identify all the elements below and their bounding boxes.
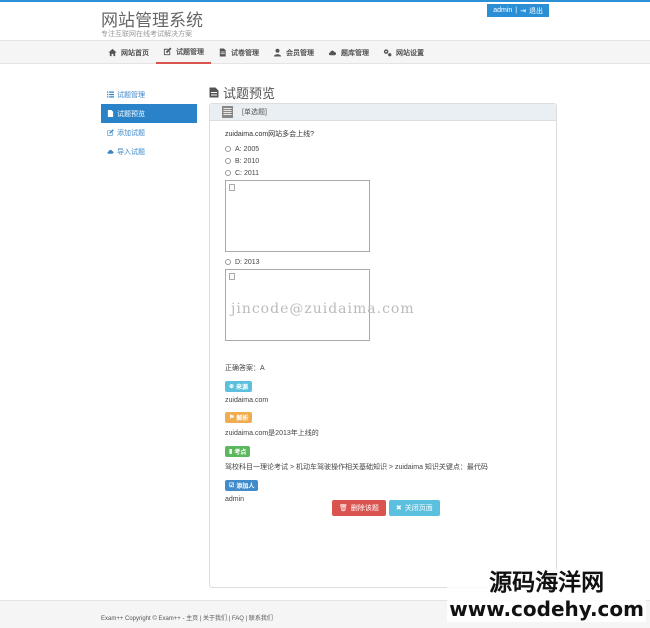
- panel-header: [单选题]: [210, 104, 556, 121]
- radio-a[interactable]: [225, 146, 231, 152]
- action-buttons: 🗑 删除该题 ✖ 关闭页面: [332, 500, 440, 516]
- footer-link-home[interactable]: 主页: [186, 616, 198, 622]
- flag-icon: ⚑: [229, 415, 235, 421]
- nav-item-questions[interactable]: 试题管理: [156, 41, 211, 64]
- option-c-image: [225, 180, 370, 252]
- document-lines-icon: [222, 106, 233, 118]
- broken-image-icon: [229, 184, 235, 191]
- sidebar-item-add-question[interactable]: 添加试题: [101, 123, 197, 142]
- delete-question-button[interactable]: 🗑 删除该题: [332, 500, 386, 516]
- edit-icon: [163, 47, 172, 56]
- site-title: 网站管理系统: [101, 11, 203, 30]
- source-badge: ⊕ 来源: [225, 381, 253, 392]
- header: 网站管理系统 专注互联网在线考试解决方案 admin | ⇥ 退出: [0, 2, 650, 40]
- footer-link-about[interactable]: 关于我们: [203, 616, 227, 622]
- sidebar-item-import-question[interactable]: 导入试题: [101, 142, 197, 161]
- correct-answer: 正确答案：A: [225, 365, 265, 372]
- point-badge: ▮ 考点: [225, 446, 251, 457]
- footer-link-contact[interactable]: 联系我们: [249, 616, 273, 622]
- nav-item-members[interactable]: 会员管理: [266, 41, 321, 64]
- close-icon: ✖: [395, 505, 402, 512]
- option-a[interactable]: A: 2005: [225, 143, 550, 155]
- watermark-text: jincode@zuidaima.com: [231, 301, 415, 317]
- trash-icon: 🗑: [339, 505, 348, 512]
- option-c[interactable]: C: 2011: [225, 167, 550, 179]
- footer-text: Exam++ Copyright © Exam++ - 主页 | 关于我们 | …: [101, 616, 273, 622]
- nav-item-bank[interactable]: 题库管理: [321, 41, 376, 64]
- radio-c[interactable]: [225, 170, 231, 176]
- gears-icon: [383, 49, 392, 57]
- adder-badge: ☑ 添加人: [225, 480, 259, 491]
- radio-b[interactable]: [225, 158, 231, 164]
- file-icon: [219, 48, 226, 57]
- bookmark-icon: ▮: [229, 449, 233, 455]
- file-icon: [107, 110, 114, 117]
- close-page-button[interactable]: ✖ 关闭页面: [388, 500, 440, 516]
- option-d[interactable]: D: 2013: [225, 256, 550, 268]
- cloud-icon: [328, 50, 337, 56]
- page-title: 试题预览: [209, 83, 275, 102]
- point-text: 驾校科目一理论考试 > 机动车驾驶操作相关基础知识 > zuidaima 知识关…: [225, 464, 488, 471]
- option-b[interactable]: B: 2010: [225, 155, 550, 167]
- list-icon: [107, 91, 114, 98]
- question-text: zuidaima.com网站多会上线?: [225, 131, 315, 138]
- separator: |: [515, 7, 518, 14]
- cloud-upload-icon: [107, 149, 114, 154]
- site-subtitle: 专注互联网在线考试解决方案: [101, 31, 192, 38]
- analysis-text: zuidaima.com是2013年上线的: [225, 430, 319, 437]
- question-panel: [单选题] zuidaima.com网站多会上线? A: 2005 B: 201…: [209, 103, 557, 588]
- check-square-icon: ☑: [229, 483, 235, 489]
- question-type: [单选题]: [242, 109, 267, 116]
- broken-image-icon: [229, 273, 235, 280]
- nav-item-home[interactable]: 网站首页: [101, 41, 156, 64]
- sidebar: 试题管理 试题预览 添加试题 导入试题: [101, 85, 197, 161]
- source-text: zuidaima.com: [225, 397, 269, 404]
- sidebar-item-question-manage[interactable]: 试题管理: [101, 85, 197, 104]
- nav-item-settings[interactable]: 网站设置: [376, 41, 431, 64]
- edit-icon: [107, 129, 114, 136]
- logout-icon: ⇥: [520, 7, 526, 15]
- main-nav: 网站首页 试题管理 试卷管理 会员管理 题库管理 网站设置: [0, 40, 650, 64]
- username-link[interactable]: admin: [493, 7, 512, 14]
- sidebar-item-question-preview[interactable]: 试题预览: [101, 104, 197, 123]
- radio-d[interactable]: [225, 259, 231, 265]
- analysis-badge: ⚑ 解析: [225, 412, 253, 423]
- home-icon: [108, 48, 117, 57]
- user-box: admin | ⇥ 退出: [487, 4, 549, 17]
- site-logo-watermark: 源码海洋网 www.codehy.com: [447, 569, 646, 622]
- globe-icon: ⊕: [229, 384, 235, 390]
- footer-link-faq[interactable]: FAQ: [232, 616, 244, 622]
- logout-link[interactable]: 退出: [529, 6, 543, 16]
- document-icon: [209, 87, 219, 98]
- nav-item-papers[interactable]: 试卷管理: [211, 41, 266, 64]
- user-icon: [273, 48, 282, 57]
